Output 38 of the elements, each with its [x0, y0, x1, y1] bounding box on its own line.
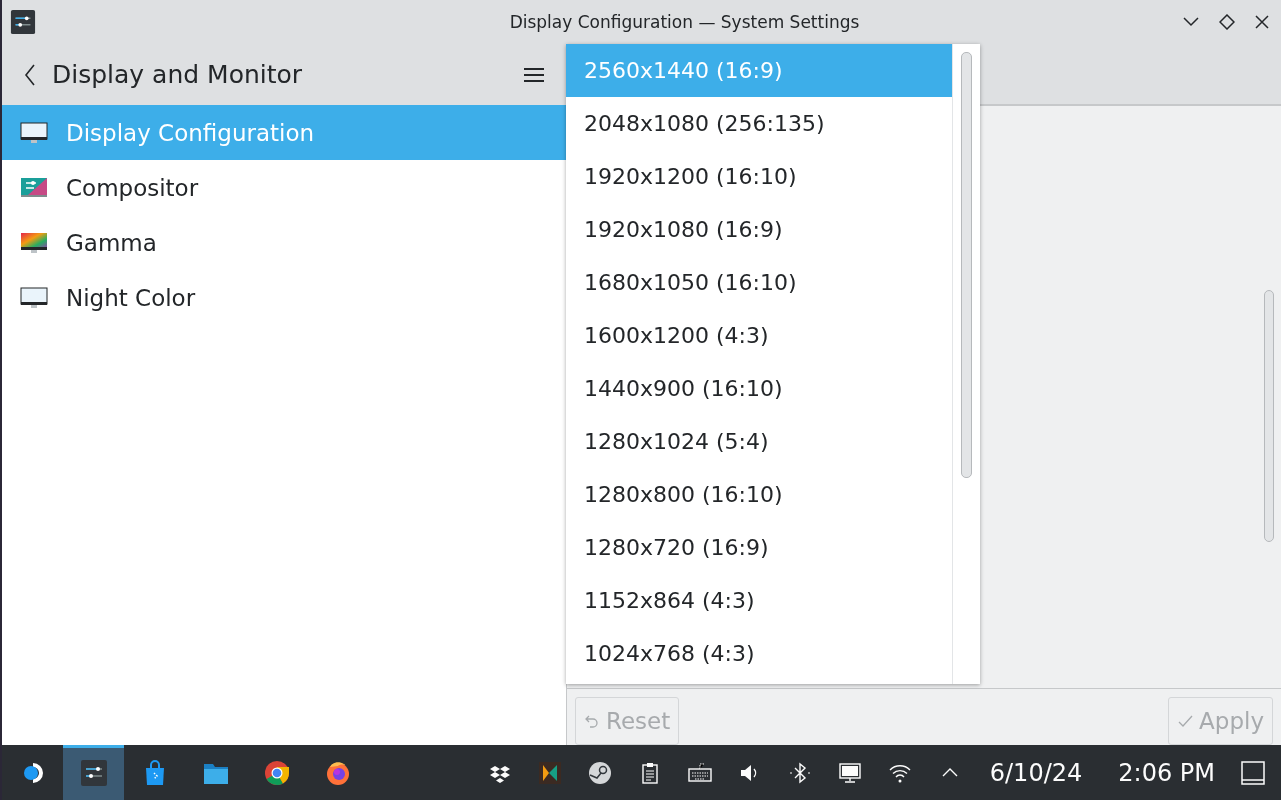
resolution-option[interactable]: 1600x1200 (4:3): [566, 309, 952, 362]
resolution-option[interactable]: 1280x1024 (5:4): [566, 415, 952, 468]
resolution-option[interactable]: 1280x800 (16:10): [566, 468, 952, 521]
resolution-option[interactable]: 1024x768 (4:3): [566, 627, 952, 680]
monitor-icon: [20, 121, 48, 144]
sliders-icon[interactable]: [79, 758, 108, 787]
show-desktop-icon[interactable]: [1241, 760, 1265, 785]
window-title: Display Configuration — System Settings: [508, 12, 861, 32]
monitor-icon[interactable]: [837, 760, 862, 785]
back-icon[interactable]: [24, 63, 36, 86]
monitor-icon: [20, 176, 48, 199]
resolution-option[interactable]: 1152x864 (4:3): [566, 574, 952, 627]
sidebar-item[interactable]: Compositor: [2, 160, 566, 215]
minimize-icon[interactable]: [1183, 17, 1199, 27]
monitor-icon: [20, 231, 48, 254]
scrollbar-thumb[interactable]: [1264, 290, 1274, 542]
resolution-option[interactable]: 1920x1200 (16:10): [566, 150, 952, 203]
date-text[interactable]: 6/10/24: [989, 758, 1083, 787]
bluetooth-icon[interactable]: [787, 760, 812, 785]
maximize-icon[interactable]: [1219, 14, 1235, 30]
app-tile-icon[interactable]: [537, 760, 562, 785]
resolution-option[interactable]: 2048x1080 (256:135): [566, 97, 952, 150]
resolution-option[interactable]: 1280x720 (16:9): [566, 521, 952, 574]
sidebar-item[interactable]: Gamma: [2, 215, 566, 270]
browser-icon[interactable]: [262, 758, 291, 787]
page-heading: Display and Monitor: [52, 60, 304, 89]
resolution-option[interactable]: 1440x900 (16:10): [566, 362, 952, 415]
time-text[interactable]: 2:06 PM: [1118, 758, 1215, 787]
keyboard-icon[interactable]: [687, 760, 712, 785]
sliders-icon: [10, 9, 36, 35]
menu-icon[interactable]: [524, 66, 544, 83]
monitor-icon: [20, 286, 48, 309]
scrollbar-thumb[interactable]: [961, 52, 972, 478]
close-icon[interactable]: [1255, 15, 1269, 29]
resolution-option[interactable]: 1920x1080 (16:9): [566, 203, 952, 256]
sidebar-item[interactable]: Night Color: [2, 270, 566, 325]
steam-icon[interactable]: [587, 760, 612, 785]
resolution-option[interactable]: 1680x1050 (16:10): [566, 256, 952, 309]
